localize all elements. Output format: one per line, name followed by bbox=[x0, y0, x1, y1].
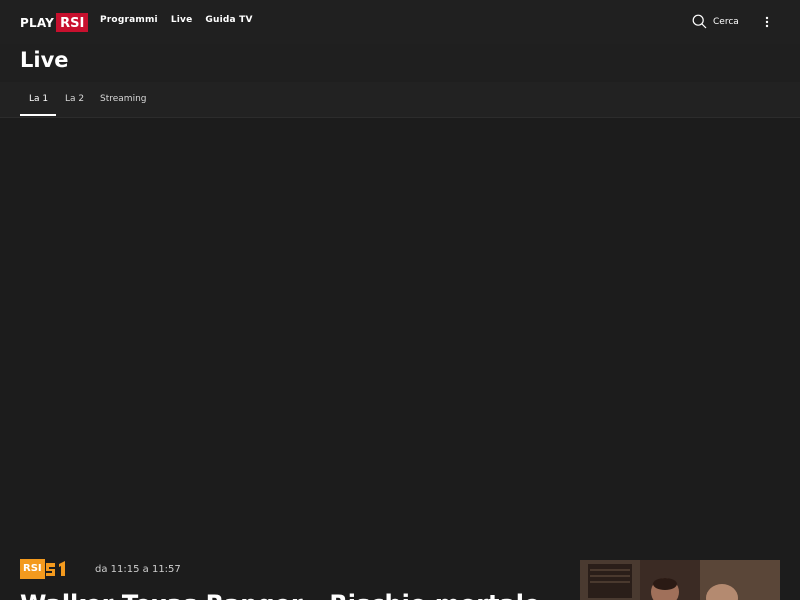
program-thumbnail[interactable] bbox=[580, 560, 780, 600]
logo-play-text: PLAY bbox=[20, 15, 55, 30]
channel-one-icon bbox=[45, 561, 65, 576]
nav-guida-tv[interactable]: Guida TV bbox=[205, 15, 252, 25]
play-rsi-logo[interactable]: PLAY RSI bbox=[20, 12, 89, 33]
thumbnail-image bbox=[580, 560, 780, 600]
nav-programmi[interactable]: Programmi bbox=[100, 15, 158, 25]
channel-logo-rsi-text: RSI bbox=[20, 559, 45, 579]
page: PLAY RSI Programmi Live Guida TV Cerca L… bbox=[0, 0, 800, 600]
more-menu-icon[interactable] bbox=[762, 14, 772, 30]
tab-streaming[interactable]: Streaming bbox=[100, 94, 146, 104]
search-button[interactable]: Cerca bbox=[692, 14, 739, 29]
tab-la2[interactable]: La 2 bbox=[65, 94, 84, 104]
top-navigation-bar: PLAY RSI Programmi Live Guida TV Cerca bbox=[0, 0, 800, 44]
active-tab-indicator bbox=[20, 114, 56, 116]
channel-tabs: La 1 La 2 Streaming bbox=[0, 82, 800, 118]
channel-logo-rsi-la1: RSI bbox=[20, 559, 71, 579]
video-player[interactable] bbox=[0, 118, 800, 543]
nav-live[interactable]: Live bbox=[171, 15, 193, 25]
program-time: da 11:15 a 11:57 bbox=[95, 564, 181, 575]
search-label: Cerca bbox=[713, 16, 739, 27]
logo-rsi-badge: RSI bbox=[56, 13, 89, 32]
tab-la1[interactable]: La 1 bbox=[29, 94, 48, 104]
search-icon bbox=[692, 14, 707, 29]
program-title: Walker Texas Ranger - Rischio mortale bbox=[20, 590, 540, 600]
page-title: Live bbox=[20, 48, 69, 72]
main-nav: Programmi Live Guida TV bbox=[100, 15, 253, 25]
page-title-bar: Live bbox=[0, 44, 800, 82]
